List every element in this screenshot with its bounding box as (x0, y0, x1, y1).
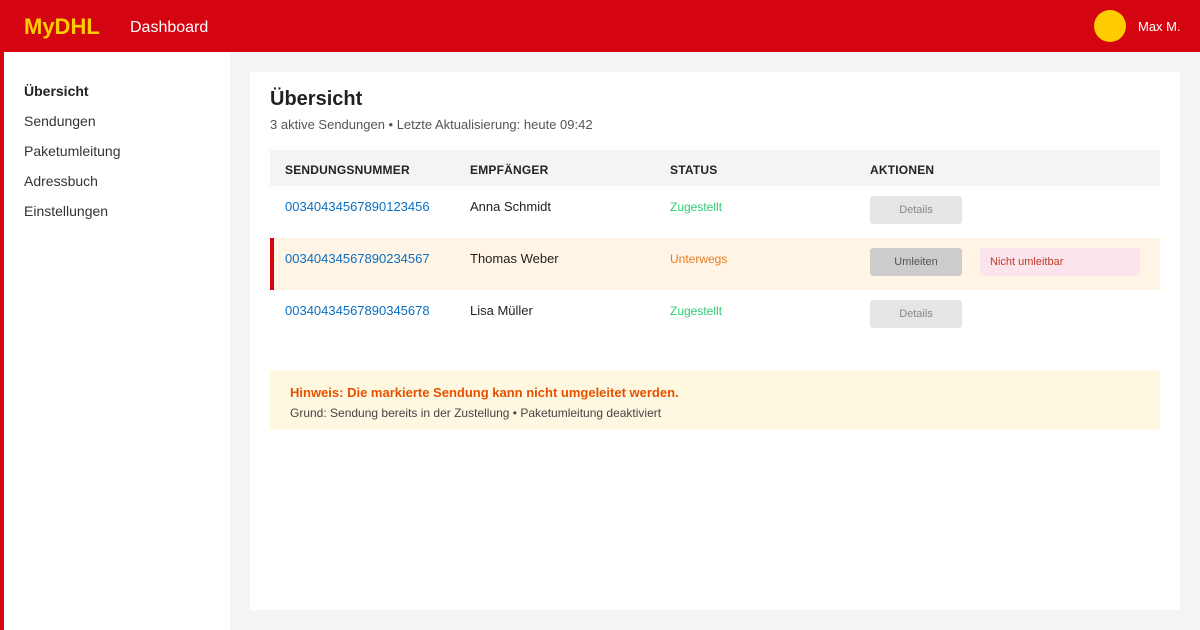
sidebar-item-sendungen[interactable]: Sendungen (24, 113, 96, 129)
top-bar: MyDHL Dashboard Max M. (0, 0, 1200, 52)
nav-title-dashboard[interactable]: Dashboard (130, 19, 208, 37)
table-row: 00340434567890345678 Lisa Müller Zugeste… (270, 290, 1160, 342)
main-card: Übersicht 3 aktive Sendungen • Letzte Ak… (250, 72, 1180, 610)
sidebar-item-adressbuch[interactable]: Adressbuch (24, 173, 98, 189)
table-row: 00340434567890123456 Anna Schmidt Zugest… (270, 186, 1160, 238)
page-title: Übersicht (270, 88, 363, 110)
user-name[interactable]: Max M. (1138, 19, 1181, 35)
avatar[interactable] (1094, 10, 1126, 42)
notice-title: Hinweis: Die markierte Sendung kann nich… (290, 385, 679, 400)
sidebar-item-uebersicht[interactable]: Übersicht (24, 83, 89, 99)
sidebar: Übersicht Sendungen Paketumleitung Adres… (0, 52, 230, 630)
status-badge: Zugestellt (670, 304, 723, 318)
not-redirectable-badge: Nicht umleitbar (980, 248, 1140, 276)
logo[interactable]: MyDHL (24, 14, 100, 40)
tracking-number-link[interactable]: 00340434567890234567 (285, 251, 430, 266)
page-subtitle: 3 aktive Sendungen • Letzte Aktualisieru… (270, 117, 593, 132)
recipient-name: Anna Schmidt (470, 199, 551, 214)
recipient-name: Thomas Weber (470, 251, 559, 266)
details-button[interactable]: Details (870, 196, 962, 224)
column-header-tracking: SENDUNGSNUMMER (285, 163, 410, 177)
tracking-number-link[interactable]: 00340434567890345678 (285, 303, 430, 318)
column-header-status: STATUS (670, 163, 718, 177)
table-row-flagged: 00340434567890234567 Thomas Weber Unterw… (270, 238, 1160, 290)
sidebar-item-paketumleitung[interactable]: Paketumleitung (24, 143, 121, 159)
recipient-name: Lisa Müller (470, 303, 533, 318)
status-badge: Unterwegs (670, 252, 728, 266)
redirect-button[interactable]: Umleiten (870, 248, 962, 276)
notice-text: Grund: Sendung bereits in der Zustellung… (290, 406, 662, 420)
notice-box: Hinweis: Die markierte Sendung kann nich… (270, 370, 1160, 430)
column-header-actions: AKTIONEN (870, 163, 935, 177)
tracking-number-link[interactable]: 00340434567890123456 (285, 199, 430, 214)
table-header: SENDUNGSNUMMER EMPFÄNGER STATUS AKTIONEN (270, 150, 1160, 186)
status-badge: Zugestellt (670, 200, 723, 214)
column-header-recipient: EMPFÄNGER (470, 163, 549, 177)
sidebar-item-einstellungen[interactable]: Einstellungen (24, 203, 108, 219)
details-button[interactable]: Details (870, 300, 962, 328)
